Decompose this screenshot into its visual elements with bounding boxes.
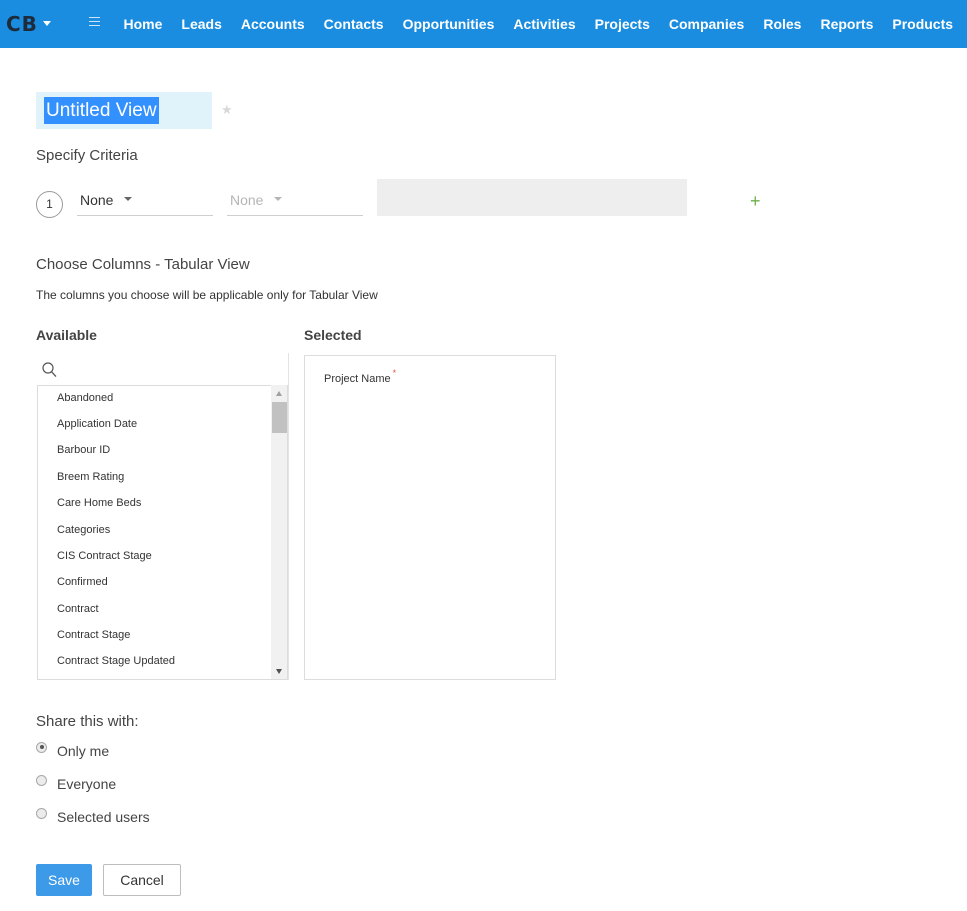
list-item[interactable]: Application Date [57,418,137,430]
view-title-text: Untitled View [44,97,159,124]
selected-columns-list: Project Name * [304,355,556,680]
list-item[interactable]: Barbour ID [57,444,110,456]
list-item[interactable]: Breem Rating [57,471,124,483]
star-icon[interactable]: ★ [221,102,233,118]
criteria-operator-value: None [230,192,264,208]
criteria-value-input[interactable] [377,179,687,216]
logo: CB [6,12,38,36]
available-columns-list: Abandoned Application Date Barbour ID Br… [37,385,288,680]
criteria-heading: Specify Criteria [36,147,138,164]
nav-item-leads[interactable]: Leads [172,16,231,32]
hamburger-menu-icon[interactable] [89,17,101,29]
list-item[interactable]: Project Name * [324,368,396,385]
search-icon [42,362,57,378]
list-item[interactable]: Confirmed [57,576,108,588]
caret-down-icon [274,197,283,202]
share-heading: Share this with: [36,713,139,730]
nav-item-contacts[interactable]: Contacts [314,16,393,32]
radio-label: Everyone [57,776,117,792]
main-nav: Home Leads Accounts Contacts Opportuniti… [114,0,963,48]
available-columns: Abandoned Application Date Barbour ID Br… [37,353,289,680]
available-label: Available [36,327,97,343]
top-nav-bar: CB Home Leads Accounts Contacts Opportun… [0,0,967,48]
scroll-down-arrow-icon[interactable] [276,669,282,674]
nav-item-companies[interactable]: Companies [659,16,753,32]
list-item[interactable]: Contract Stage [57,629,130,641]
nav-item-products[interactable]: Products [883,16,963,32]
available-search-input[interactable] [37,353,289,386]
list-item[interactable]: Abandoned [57,392,113,404]
selected-label: Selected [304,327,362,343]
scroll-thumb[interactable] [272,402,287,433]
share-option-only-me[interactable]: Only me [36,741,109,761]
radio-button[interactable] [36,741,47,753]
list-item[interactable]: CIS Contract Stage [57,550,152,562]
nav-item-activities[interactable]: Activities [504,16,585,32]
plus-icon[interactable]: + [750,191,761,211]
list-scrollbar[interactable] [271,385,287,679]
criteria-operator-select[interactable]: None [227,186,363,216]
required-mark: * [392,368,397,378]
view-title-input[interactable]: Untitled View [36,92,212,129]
nav-item-roles[interactable]: Roles [754,16,811,32]
radio-button[interactable] [36,774,47,786]
selected-column-label: Project Name [324,373,391,385]
list-item[interactable]: Categories [57,524,110,536]
nav-item-opportunities[interactable]: Opportunities [393,16,504,32]
save-button[interactable]: Save [36,864,92,896]
nav-item-accounts[interactable]: Accounts [231,16,314,32]
caret-down-icon [42,20,51,26]
share-option-everyone[interactable]: Everyone [36,774,116,794]
scroll-up-arrow-icon[interactable] [276,391,282,396]
radio-label: Selected users [57,809,150,825]
cancel-button[interactable]: Cancel [103,864,181,896]
radio-label: Only me [57,743,110,759]
app-logo-menu[interactable]: CB [6,12,51,36]
nav-item-home[interactable]: Home [114,16,172,32]
columns-heading: Choose Columns - Tabular View [36,256,250,273]
criteria-field-value: None [80,192,114,208]
columns-note: The columns you choose will be applicabl… [36,288,378,302]
list-item[interactable]: Contract [57,603,99,615]
radio-button[interactable] [36,807,47,819]
nav-item-reports[interactable]: Reports [811,16,883,32]
list-item[interactable]: Care Home Beds [57,497,141,509]
share-option-selected-users[interactable]: Selected users [36,807,150,827]
criteria-row-number: 1 [36,191,63,218]
caret-down-icon [124,197,133,202]
nav-item-projects[interactable]: Projects [585,16,659,32]
criteria-field-select[interactable]: None [77,186,213,216]
list-item[interactable]: Contract Stage Updated [57,655,175,667]
